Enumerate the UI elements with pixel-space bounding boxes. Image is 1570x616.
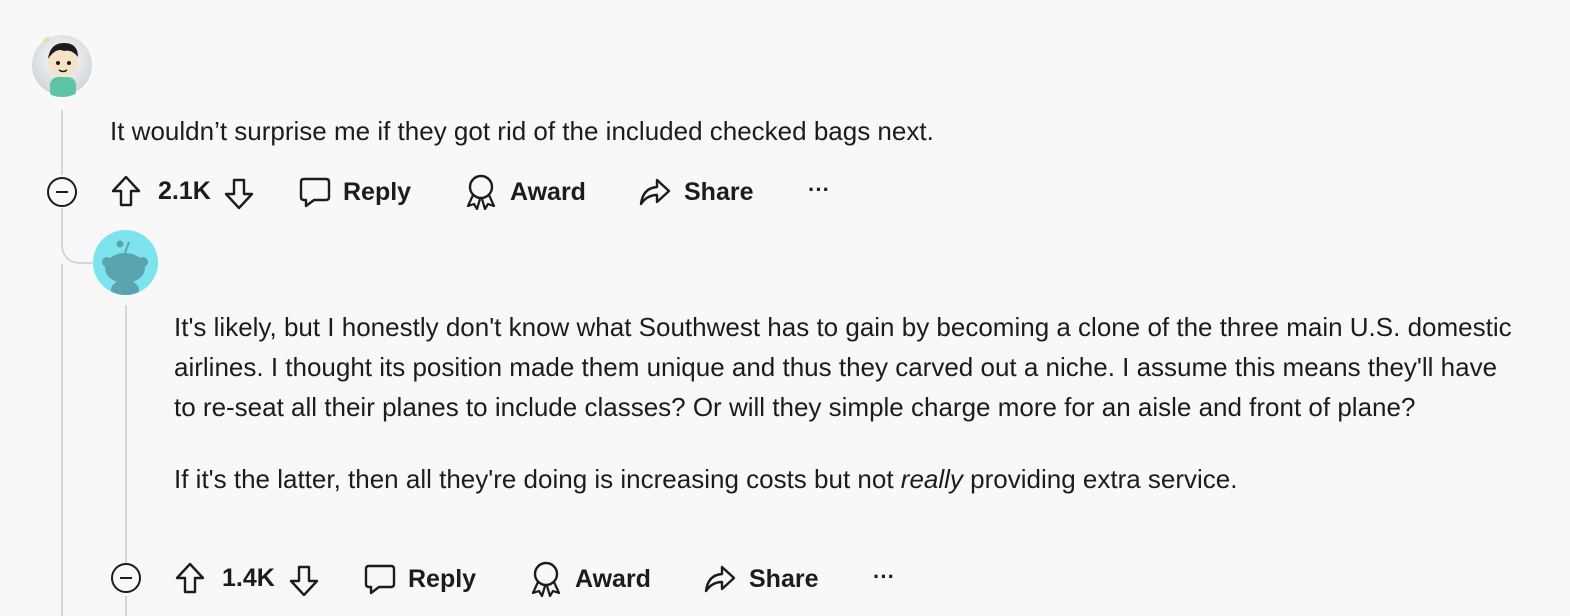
share-label: Share — [684, 177, 754, 206]
collapse-button[interactable] — [47, 177, 77, 207]
reply-button[interactable]: Reply — [363, 559, 476, 599]
arrow-up-icon — [111, 175, 141, 207]
snoo-avatar-icon — [93, 230, 158, 295]
more-options-button[interactable]: ··· — [873, 557, 895, 597]
comment-paragraph: It's likely, but I honestly don't know w… — [174, 312, 1512, 422]
more-options-button[interactable]: ··· — [808, 170, 830, 210]
thread-line-1b — [61, 264, 63, 616]
thread-line-1 — [61, 110, 63, 175]
collapse-button[interactable] — [111, 563, 141, 593]
reply-label: Reply — [343, 177, 412, 206]
downvote-button[interactable] — [223, 174, 255, 214]
arrow-down-icon — [289, 565, 319, 597]
share-button[interactable]: Share — [703, 559, 818, 599]
arrow-up-icon — [175, 562, 205, 594]
share-arrow-icon — [704, 565, 736, 593]
more-options-icon: ··· — [873, 564, 895, 589]
comment-body: It's likely, but I honestly don't know w… — [174, 307, 1514, 499]
downvote-button[interactable] — [288, 561, 320, 601]
upvote-button[interactable] — [174, 558, 206, 598]
emphasis-text: really — [900, 464, 963, 494]
upvote-button[interactable] — [110, 171, 142, 211]
more-options-icon: ··· — [808, 177, 830, 202]
vote-count: 2.1K — [158, 176, 211, 205]
award-ribbon-icon — [466, 174, 496, 210]
award-button[interactable]: Award — [529, 559, 651, 599]
arrow-down-icon — [224, 178, 254, 210]
share-label: Share — [749, 564, 819, 593]
comment-text: It wouldn’t surprise me if they got rid … — [110, 116, 934, 146]
share-arrow-icon — [639, 178, 671, 206]
minus-circle-icon — [120, 577, 132, 579]
avatar-image-icon — [32, 35, 92, 97]
comment-paragraph: If it's the latter, then all they're doi… — [174, 459, 1514, 499]
minus-circle-icon — [56, 191, 68, 193]
speech-bubble-icon — [364, 564, 396, 595]
award-label: Award — [575, 564, 651, 593]
speech-bubble-icon — [299, 177, 331, 208]
award-ribbon-icon — [531, 561, 561, 597]
award-label: Award — [510, 177, 586, 206]
reply-label: Reply — [408, 564, 477, 593]
comment-text: providing extra service. — [962, 464, 1238, 494]
comment-text: If it's the latter, then all they're doi… — [174, 464, 901, 494]
thread-line-2 — [125, 305, 127, 563]
share-button[interactable]: Share — [638, 172, 753, 212]
avatar[interactable] — [32, 33, 92, 97]
thread-line-2b — [125, 596, 127, 616]
avatar[interactable] — [93, 230, 158, 295]
award-button[interactable]: Award — [464, 172, 586, 212]
comment-body: It wouldn’t surprise me if they got rid … — [110, 111, 1510, 151]
vote-count: 1.4K — [222, 563, 275, 592]
reply-button[interactable]: Reply — [298, 172, 411, 212]
